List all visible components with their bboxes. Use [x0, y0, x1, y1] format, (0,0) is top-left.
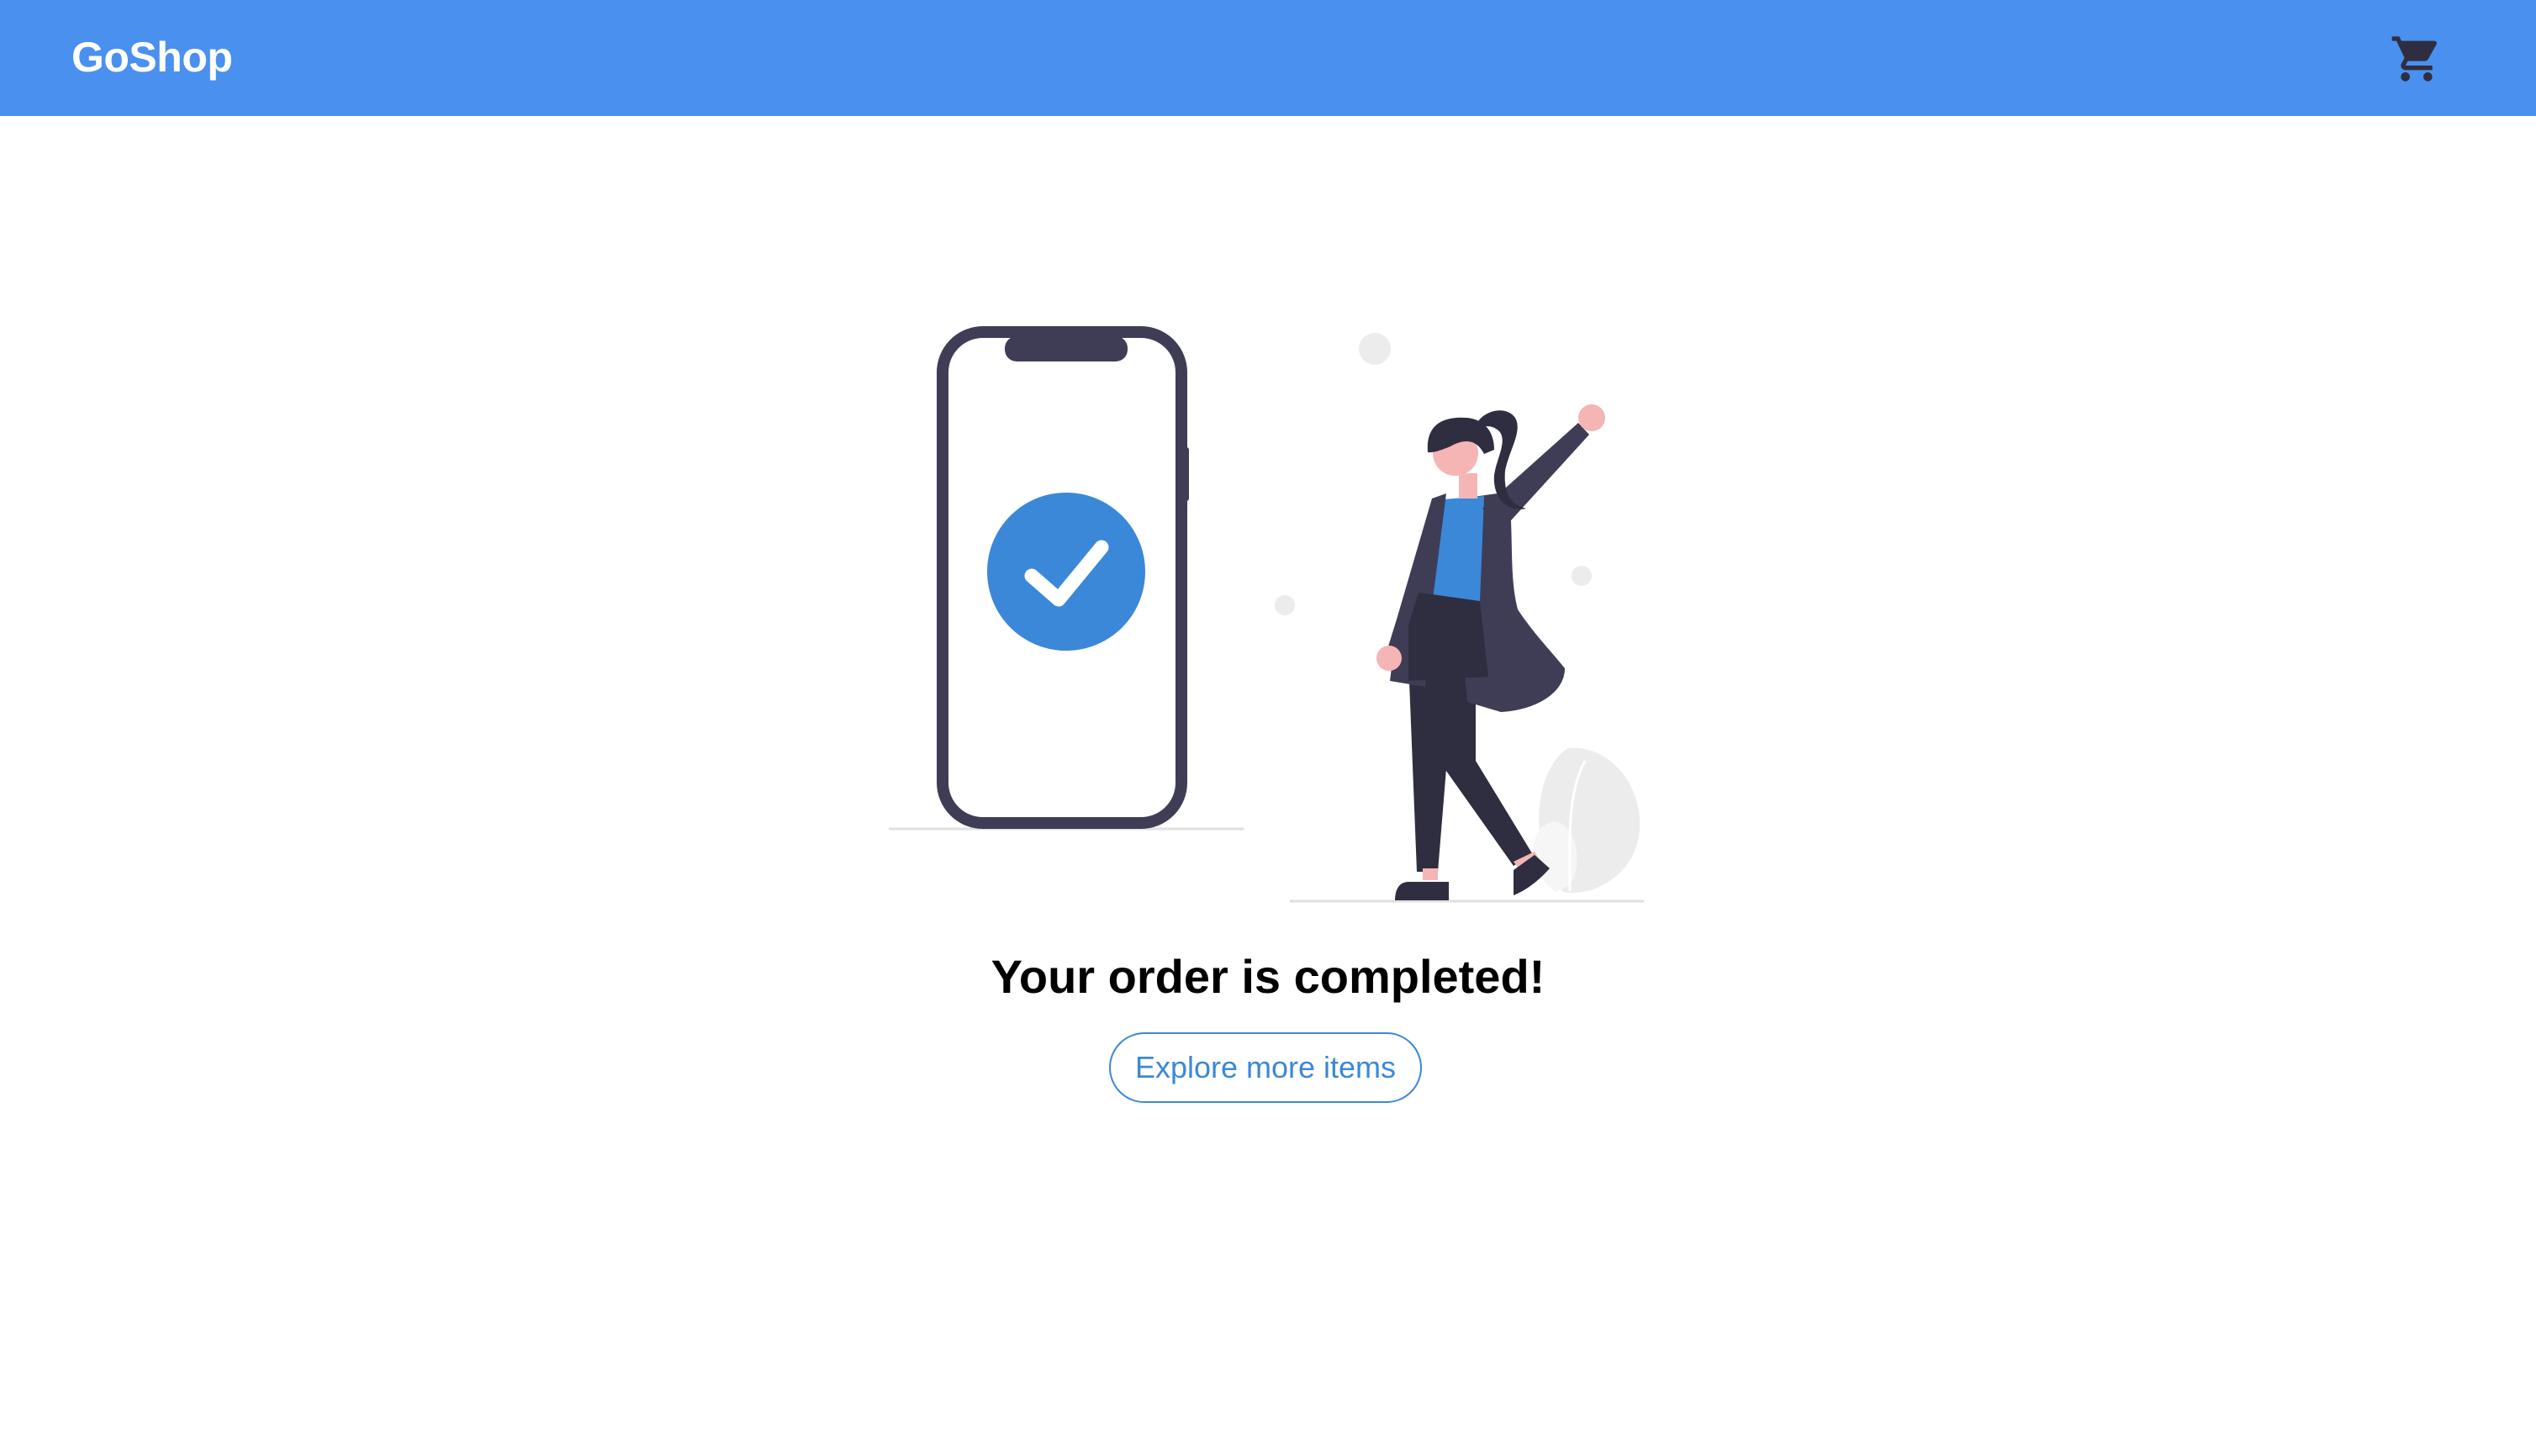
order-complete-illustration	[887, 324, 1646, 905]
top-navbar: GoShop	[0, 0, 2536, 116]
shopping-cart-icon[interactable]	[2390, 32, 2444, 86]
brand-logo[interactable]: GoShop	[71, 30, 233, 84]
page-title: Your order is completed!	[991, 950, 1545, 1003]
app-window: GoShop Your order is completed! Explore …	[0, 0, 2536, 1456]
explore-more-items-button[interactable]: Explore more items	[1109, 1032, 1422, 1103]
